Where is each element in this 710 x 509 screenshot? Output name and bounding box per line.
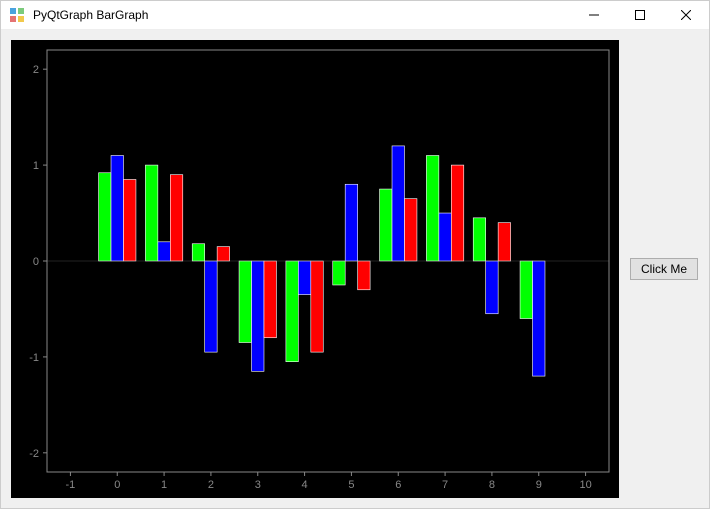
svg-text:10: 10 [579, 479, 591, 491]
svg-text:6: 6 [395, 479, 401, 491]
svg-text:5: 5 [348, 479, 354, 491]
side-panel: Click Me [629, 258, 699, 280]
svg-text:1: 1 [33, 160, 39, 172]
plot-widget[interactable]: -2 -1 0 1 2 -1 0 1 2 3 4 5 6 7 8 9 10 [11, 40, 619, 498]
svg-text:4: 4 [302, 479, 308, 491]
svg-text:3: 3 [255, 479, 261, 491]
svg-text:0: 0 [114, 479, 120, 491]
svg-text:-1: -1 [66, 479, 76, 491]
svg-text:-1: -1 [29, 352, 39, 364]
svg-text:9: 9 [536, 479, 542, 491]
svg-text:2: 2 [33, 64, 39, 76]
svg-text:0: 0 [33, 256, 39, 268]
svg-text:8: 8 [489, 479, 495, 491]
client-area: -2 -1 0 1 2 -1 0 1 2 3 4 5 6 7 8 9 10 Click Me [1, 30, 709, 508]
minimize-button[interactable] [571, 1, 617, 29]
bar-chart: -2 -1 0 1 2 -1 0 1 2 3 4 5 6 7 8 9 10 [11, 40, 619, 498]
svg-text:2: 2 [208, 479, 214, 491]
svg-text:7: 7 [442, 479, 448, 491]
window-title: PyQtGraph BarGraph [33, 8, 148, 22]
click-me-button[interactable]: Click Me [630, 258, 698, 280]
svg-text:-2: -2 [29, 448, 39, 460]
app-window: PyQtGraph BarGraph -2 -1 0 1 2 -1 0 1 2 3 4 5 6 7 8 9 10… [0, 0, 710, 509]
close-button[interactable] [663, 1, 709, 29]
maximize-button[interactable] [617, 1, 663, 29]
app-icon [9, 7, 25, 23]
window-controls [571, 1, 709, 29]
titlebar: PyQtGraph BarGraph [1, 1, 709, 30]
svg-text:1: 1 [161, 479, 167, 491]
